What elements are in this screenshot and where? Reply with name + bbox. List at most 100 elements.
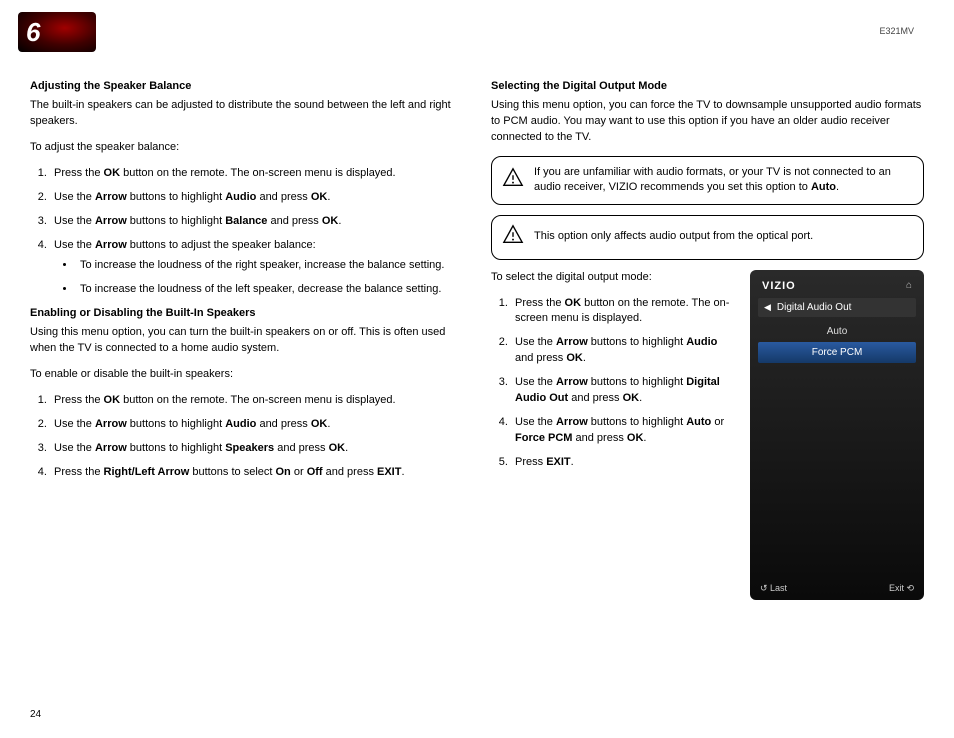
list-item: Press the OK button on the remote. The o…	[511, 296, 736, 328]
list-item: Use the Arrow buttons to adjust the spea…	[50, 238, 463, 298]
warning-icon	[502, 224, 524, 251]
t: Arrow	[95, 442, 127, 454]
list-item: Use the Arrow buttons to highlight Audio…	[50, 190, 463, 206]
note-box: This option only affects audio output fr…	[491, 215, 924, 260]
t: Use the	[54, 442, 95, 454]
t: buttons to highlight	[588, 416, 686, 428]
list-item: Use the Arrow buttons to highlight Digit…	[511, 375, 736, 407]
t: buttons to highlight	[588, 376, 686, 388]
t: Exit	[889, 583, 904, 593]
right-column: Selecting the Digital Output Mode Using …	[491, 80, 924, 600]
t: Use the	[54, 418, 95, 430]
tv-footer-last: ↺ Last	[760, 583, 787, 594]
model-label: E321MV	[879, 26, 914, 36]
t: buttons to highlight	[588, 336, 686, 348]
t: or	[711, 416, 724, 428]
t: Right/Left Arrow	[104, 466, 190, 478]
t: buttons to highlight	[127, 215, 225, 227]
t: OK	[623, 392, 640, 404]
t: and press	[572, 432, 626, 444]
t: and press	[274, 442, 328, 454]
chevron-left-icon: ◀	[764, 302, 771, 313]
t: OK	[565, 297, 582, 309]
tv-footer: ↺ Last Exit ⟲	[758, 579, 916, 594]
list-item: Press the OK button on the remote. The o…	[50, 166, 463, 182]
chapter-number: 6	[26, 17, 40, 48]
t: .	[401, 466, 404, 478]
home-icon: ⌂	[906, 280, 912, 291]
t: Use the	[54, 239, 95, 251]
heading-digital-output: Selecting the Digital Output Mode	[491, 80, 924, 92]
t: button on the remote. The on-screen menu…	[120, 394, 396, 406]
t: buttons to select	[189, 466, 275, 478]
t: Use the	[515, 376, 556, 388]
t: buttons to adjust the speaker balance:	[127, 239, 316, 251]
para: To adjust the speaker balance:	[30, 140, 463, 156]
t: Arrow	[95, 239, 127, 251]
t: Use the	[515, 416, 556, 428]
t: Press the	[54, 394, 104, 406]
t: Press	[515, 456, 546, 468]
ordered-list: Press the OK button on the remote. The o…	[50, 166, 463, 298]
t: Balance	[225, 215, 267, 227]
list-item: Press EXIT.	[511, 455, 736, 471]
t: and press	[323, 466, 377, 478]
t: and press	[256, 418, 310, 430]
t: OK	[311, 191, 328, 203]
heading-builtin-speakers: Enabling or Disabling the Built-In Speak…	[30, 307, 463, 319]
t: Use the	[54, 191, 95, 203]
t: OK	[104, 167, 121, 179]
t: Press the	[54, 466, 104, 478]
note-text: If you are unfamiliar with audio formats…	[534, 165, 913, 196]
t: Force PCM	[515, 432, 572, 444]
t: .	[583, 352, 586, 364]
t: Arrow	[556, 336, 588, 348]
t: or	[291, 466, 307, 478]
t: EXIT	[377, 466, 401, 478]
vizio-logo: VIZIO	[762, 280, 796, 292]
para: Using this menu option, you can force th…	[491, 98, 924, 146]
t: Use the	[515, 336, 556, 348]
chapter-badge: 6	[18, 12, 96, 52]
t: Audio	[225, 191, 256, 203]
t: Speakers	[225, 442, 274, 454]
list-item: To increase the loudness of the right sp…	[76, 258, 463, 274]
bullet-list: To increase the loudness of the right sp…	[76, 258, 463, 298]
tv-menu-screenshot: VIZIO ⌂ ◀ Digital Audio Out Auto Force P…	[750, 270, 924, 600]
t: Arrow	[95, 418, 127, 430]
warning-icon	[502, 167, 524, 194]
t: Arrow	[95, 191, 127, 203]
t: buttons to highlight	[127, 191, 225, 203]
t: EXIT	[546, 456, 570, 468]
t: .	[327, 418, 330, 430]
t: .	[643, 432, 646, 444]
t: Auto	[811, 181, 836, 193]
tv-submenu-title: ◀ Digital Audio Out	[758, 298, 916, 317]
t: .	[639, 392, 642, 404]
t: button on the remote. The on-screen menu…	[120, 167, 396, 179]
t: Auto	[686, 416, 711, 428]
t: OK	[566, 352, 583, 364]
left-column: Adjusting the Speaker Balance The built-…	[30, 80, 463, 600]
note-box: If you are unfamiliar with audio formats…	[491, 156, 924, 205]
t: and press	[568, 392, 622, 404]
tv-menu-item-auto: Auto	[758, 321, 916, 342]
t: .	[327, 191, 330, 203]
tv-header: VIZIO ⌂	[758, 278, 916, 298]
t: OK	[329, 442, 346, 454]
t: buttons to highlight	[127, 442, 225, 454]
t: Use the	[54, 215, 95, 227]
t: buttons to highlight	[127, 418, 225, 430]
page-number: 24	[30, 709, 41, 720]
list-item: Use the Arrow buttons to highlight Balan…	[50, 214, 463, 230]
tv-menu-item-force-pcm: Force PCM	[758, 342, 916, 363]
list-item: Press the Right/Left Arrow buttons to se…	[50, 465, 463, 481]
list-item: To increase the loudness of the left spe…	[76, 282, 463, 298]
para: Using this menu option, you can turn the…	[30, 325, 463, 357]
t: OK	[311, 418, 328, 430]
t: Arrow	[556, 416, 588, 428]
t: Last	[770, 583, 787, 593]
t: .	[345, 442, 348, 454]
t: Press the	[515, 297, 565, 309]
list-item: Use the Arrow buttons to highlight Auto …	[511, 415, 736, 447]
